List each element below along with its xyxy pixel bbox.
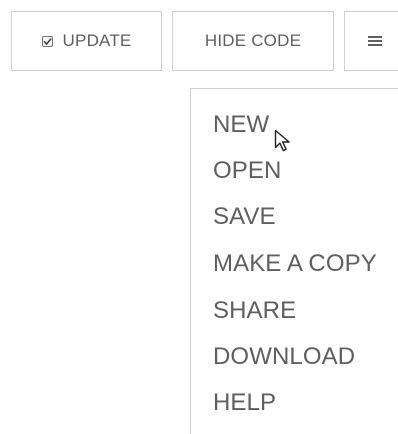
hide-code-button-label: HIDE CODE <box>204 31 302 50</box>
menu-item-download[interactable]: DOWNLOAD <box>213 340 355 374</box>
menu-item-save[interactable]: SAVE <box>213 200 276 234</box>
menu-item-open[interactable]: OPEN <box>213 154 281 188</box>
menu-button[interactable] <box>344 11 398 71</box>
menu-item-make-a-copy[interactable]: MAKE A COPY <box>213 247 377 281</box>
menu-item-help[interactable]: HELP <box>213 386 276 420</box>
hide-code-button[interactable]: HIDE CODE <box>172 11 334 71</box>
menu-item-share[interactable]: SHARE <box>213 294 296 328</box>
app-screen: UPDATE HIDE CODE NEW OPEN SAVE MAKE A CO… <box>0 0 398 434</box>
update-button[interactable]: UPDATE <box>11 11 162 71</box>
update-button-label: UPDATE <box>62 31 132 50</box>
checkbox-icon[interactable] <box>41 35 53 47</box>
file-menu-dropdown: NEW OPEN SAVE MAKE A COPY SHARE DOWNLOAD… <box>190 88 398 434</box>
menu-item-new[interactable]: NEW <box>213 108 269 142</box>
hamburger-icon <box>368 36 382 46</box>
